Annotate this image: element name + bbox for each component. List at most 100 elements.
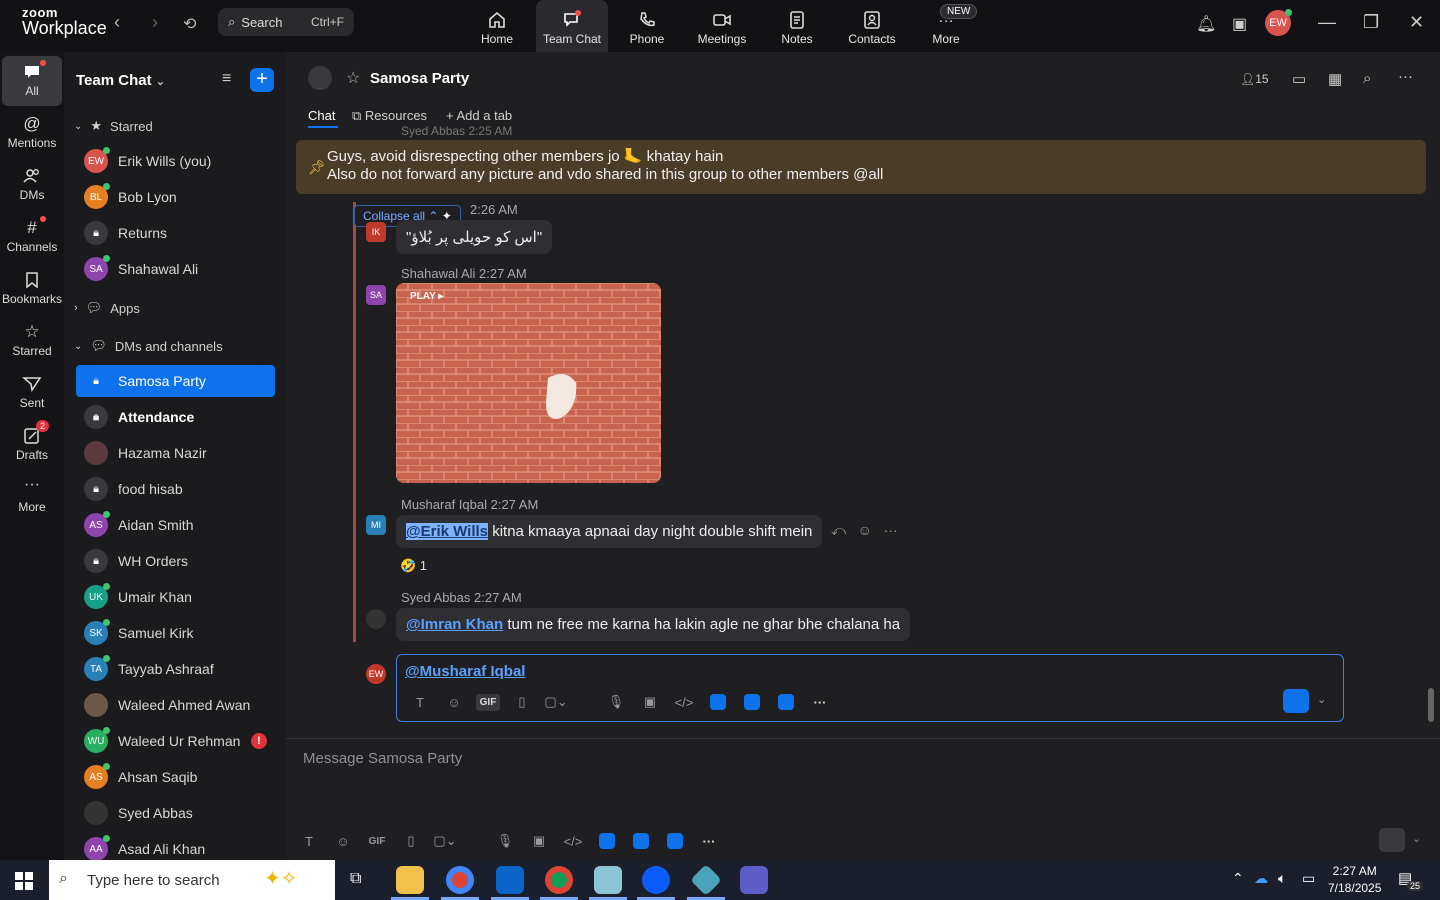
send-button[interactable] <box>1283 689 1309 713</box>
close-icon[interactable]: ✕ <box>1409 12 1424 33</box>
tab-phone[interactable]: Phone <box>611 0 683 52</box>
thread-reply-input[interactable]: @Musharaf Iqbal T ☺ GIF ▯ ▢⌄ 🎙︎ ▣ </> ··… <box>396 654 1344 722</box>
tab-notes[interactable]: Notes <box>761 0 833 52</box>
sidebar-item[interactable]: SK Samuel Kirk <box>76 617 275 649</box>
gif-button[interactable]: GIF <box>471 691 505 713</box>
app-icon[interactable] <box>658 830 692 852</box>
chevron-up-icon[interactable]: ⌃ <box>1232 870 1244 887</box>
tab-contacts[interactable]: Contacts <box>836 0 908 52</box>
clock[interactable]: 2:27 AM 7/18/2025 <box>1328 863 1381 897</box>
rail-drafts[interactable]: Drafts 2 <box>2 420 62 470</box>
chevron-down-icon[interactable]: ⌄ <box>1412 832 1421 845</box>
reply-mention[interactable]: @Musharaf Iqbal <box>405 663 525 680</box>
mention-link[interactable]: @Erik Wills <box>406 523 489 540</box>
rail-mentions[interactable]: @ Mentions <box>2 108 62 158</box>
pinned-message[interactable]: 📌︎ Guys, avoid disrespecting other membe… <box>296 140 1426 194</box>
sidebar-item[interactable]: SA Shahawal Ali <box>76 253 275 285</box>
mention-link[interactable]: @Imran Khan <box>406 616 503 633</box>
sidebar-item[interactable]: Waleed Ahmed Awan <box>76 689 275 721</box>
minimize-icon[interactable]: — <box>1318 12 1336 33</box>
app-icon[interactable] <box>624 830 658 852</box>
rail-starred[interactable]: ☆ Starred <box>2 316 62 366</box>
sidebar-item[interactable]: AS Ahsan Saqib <box>76 761 275 793</box>
filter-icon[interactable]: ≡ <box>222 70 231 88</box>
zoom-icon[interactable] <box>642 866 670 894</box>
send-button-disabled[interactable] <box>1379 828 1405 852</box>
calendar-icon[interactable]: ▣ <box>1232 14 1247 34</box>
more-options-icon[interactable]: ··· <box>1398 68 1413 85</box>
section-starred[interactable]: ⌄ ★ Starred <box>74 118 153 134</box>
sidebar-item[interactable]: WU Waleed Ur Rehman! <box>76 725 275 757</box>
sidebar-item[interactable]: EW Erik Wills (you) <box>76 145 275 177</box>
channel-title[interactable]: Samosa Party <box>370 70 469 87</box>
screenshot-icon[interactable]: ▢⌄ <box>428 830 462 852</box>
microphone-icon[interactable]: 🎙︎ <box>488 830 522 852</box>
sidebar-item[interactable]: 🔒︎ food hisab <box>76 473 275 505</box>
sidebar-item[interactable]: BL Bob Lyon <box>76 181 275 213</box>
sidebar-item[interactable]: Hazama Nazir <box>76 437 275 469</box>
app-icon[interactable] <box>690 864 722 896</box>
sidebar-item[interactable]: Syed Abbas <box>76 797 275 829</box>
screenshot-icon[interactable]: ▢⌄ <box>539 691 573 713</box>
search-icon[interactable]: ⌕ <box>1363 70 1371 87</box>
reply-icon[interactable]: ⤺ <box>831 522 846 538</box>
video-message-icon[interactable]: ▣ <box>522 830 556 852</box>
section-dms-channels[interactable]: ⌄ 💬︎ DMs and channels <box>74 338 223 354</box>
search-box[interactable]: ⌕ Search Ctrl+F <box>218 8 354 36</box>
members-button[interactable]: 👤︎15 <box>1240 72 1269 86</box>
scrollbar[interactable] <box>1428 688 1434 722</box>
video-message-icon[interactable]: ▣ <box>633 691 667 713</box>
rail-channels[interactable]: # Channels <box>2 212 62 262</box>
emoji-icon[interactable]: ☺ <box>437 691 471 713</box>
bell-icon[interactable]: 🔔︎ <box>1196 14 1216 34</box>
history-icon[interactable]: ⟲ <box>183 14 196 34</box>
sidebar-item[interactable]: 🔒︎ Samosa Party <box>76 365 275 397</box>
tab-add[interactable]: + Add a tab <box>446 108 512 123</box>
chrome-icon[interactable] <box>446 866 474 894</box>
windows-start-icon[interactable] <box>15 872 33 890</box>
microphone-icon[interactable]: 🎙︎ <box>599 691 633 713</box>
sidebar-item[interactable]: TA Tayyab Ashraaf <box>76 653 275 685</box>
section-apps[interactable]: › 💬︎ Apps <box>74 300 140 316</box>
more-options-icon[interactable]: ··· <box>884 522 898 538</box>
app-icon[interactable] <box>701 691 735 713</box>
chrome-profile-icon[interactable] <box>545 866 573 894</box>
chevron-down-icon[interactable]: ⌄ <box>1317 693 1326 706</box>
tab-resources[interactable]: ⧉ Resources <box>352 108 427 124</box>
app-icon[interactable] <box>735 691 769 713</box>
sidebar-item[interactable]: 🔒︎ Returns <box>76 217 275 249</box>
sidebar-item[interactable]: UK Umair Khan <box>76 581 275 613</box>
reaction-chip[interactable]: 🤣 1 <box>400 558 427 574</box>
forward-arrow-icon[interactable]: › <box>152 12 158 33</box>
format-text-icon[interactable]: T <box>292 830 326 852</box>
code-icon[interactable]: </> <box>556 830 590 852</box>
gif-button[interactable]: GIF <box>360 830 394 852</box>
new-chat-button[interactable]: + <box>250 68 274 92</box>
file-icon[interactable]: ▯ <box>394 830 428 852</box>
message-input[interactable]: Message Samosa Party <box>303 750 462 767</box>
restore-icon[interactable]: ❐ <box>1363 12 1379 33</box>
back-arrow-icon[interactable]: ‹ <box>114 12 120 33</box>
more-dots-icon[interactable]: ··· <box>692 830 726 852</box>
file-icon[interactable]: ▯ <box>505 691 539 713</box>
code-icon[interactable]: </> <box>667 691 701 713</box>
task-view-icon[interactable]: ⧉ <box>350 870 361 888</box>
file-explorer-icon[interactable] <box>396 866 424 894</box>
star-icon[interactable]: ☆ <box>346 68 360 88</box>
video-thumbnail[interactable]: PLAY ▸ <box>396 283 661 483</box>
rail-dms[interactable]: DMs <box>2 160 62 210</box>
rail-bookmarks[interactable]: Bookmarks <box>2 264 62 314</box>
calendar-icon[interactable]: ▦ <box>1328 70 1342 88</box>
emoji-icon[interactable]: ☺ <box>326 830 360 852</box>
sidebar-item[interactable]: 🔒︎ Attendance <box>76 401 275 433</box>
format-text-icon[interactable]: T <box>403 691 437 713</box>
app-icon[interactable] <box>769 691 803 713</box>
speaker-icon[interactable]: 🔈︎ <box>1278 870 1286 887</box>
team-chat-dropdown[interactable]: Team Chat ⌄ <box>76 72 165 89</box>
app-icon[interactable] <box>590 830 624 852</box>
emoji-reaction-icon[interactable]: ☺ <box>858 522 872 538</box>
more-dots-icon[interactable]: ··· <box>803 691 837 713</box>
rail-more[interactable]: ··· More <box>2 472 62 522</box>
tab-chat[interactable]: Chat <box>308 108 335 123</box>
network-icon[interactable]: ▭ <box>1302 870 1315 887</box>
